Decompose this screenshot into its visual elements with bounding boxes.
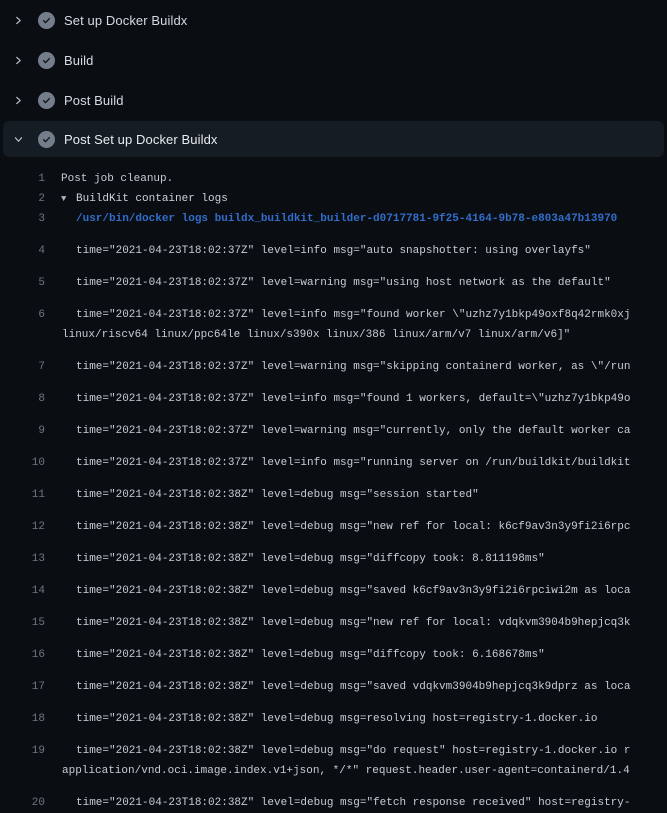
chevron-down-icon [12, 133, 24, 145]
line-number[interactable]: 2 [0, 189, 45, 209]
log-row: 17 time="2021-04-23T18:02:38Z" level=debu… [0, 665, 667, 697]
check-circle-icon [38, 131, 55, 148]
log-row: 16 time="2021-04-23T18:02:38Z" level=debu… [0, 633, 667, 665]
log-row: 3/usr/bin/docker logs buildx_buildkit_bu… [0, 209, 667, 229]
chevron-right-icon [12, 94, 24, 106]
log-row: 15 time="2021-04-23T18:02:38Z" level=debu… [0, 601, 667, 633]
check-circle-icon [38, 92, 55, 109]
line-number[interactable]: 18 [0, 709, 45, 729]
line-number[interactable]: 16 [0, 645, 45, 665]
log-text: time="2021-04-23T18:02:37Z" level=warnin… [76, 357, 631, 377]
log-row: 20 time="2021-04-23T18:02:38Z" level=debu… [0, 781, 667, 813]
log-row: 1 Post job cleanup. [0, 169, 667, 189]
chevron-right-icon [12, 14, 24, 26]
line-number[interactable]: 4 [0, 241, 45, 261]
step-label: Set up Docker Buildx [64, 13, 187, 28]
log-row: 10 time="2021-04-23T18:02:37Z" level=info… [0, 441, 667, 473]
step-row-set-up-docker-buildx[interactable]: Set up Docker Buildx [0, 0, 667, 40]
step-row-post-build[interactable]: Post Build [0, 80, 667, 120]
log-text: time="2021-04-23T18:02:38Z" level=debug … [76, 793, 631, 813]
line-number[interactable]: 11 [0, 485, 45, 505]
step-row-post-set-up-docker-buildx[interactable]: Post Set up Docker Buildx [3, 121, 664, 157]
log-row: 6 time="2021-04-23T18:02:37Z" level=info … [0, 293, 667, 325]
check-circle-icon [38, 12, 55, 29]
log-row: 12 time="2021-04-23T18:02:38Z" level=debu… [0, 505, 667, 537]
log-text: time="2021-04-23T18:02:38Z" level=debug … [76, 613, 631, 633]
line-number[interactable]: 14 [0, 581, 45, 601]
step-label: Build [64, 53, 93, 68]
log-text: time="2021-04-23T18:02:38Z" level=debug … [76, 517, 631, 537]
log-row: 14 time="2021-04-23T18:02:38Z" level=debu… [0, 569, 667, 601]
line-number[interactable]: 7 [0, 357, 45, 377]
log-text: time="2021-04-23T18:02:37Z" level=warnin… [76, 421, 631, 441]
line-number[interactable]: 6 [0, 305, 45, 325]
line-number[interactable]: 19 [0, 741, 45, 761]
line-number[interactable]: 1 [0, 169, 45, 189]
line-number[interactable]: 15 [0, 613, 45, 633]
group-caret-icon: ▼ [61, 189, 76, 209]
step-row-build[interactable]: Build [0, 40, 667, 80]
log-row: 11 time="2021-04-23T18:02:38Z" level=debu… [0, 473, 667, 505]
step-label: Post Set up Docker Buildx [64, 132, 218, 147]
line-number[interactable]: 5 [0, 273, 45, 293]
log-text: time="2021-04-23T18:02:37Z" level=info m… [76, 305, 631, 325]
log-text: time="2021-04-23T18:02:38Z" level=debug … [76, 581, 631, 601]
line-number[interactable]: 10 [0, 453, 45, 473]
line-number[interactable]: 13 [0, 549, 45, 569]
line-number[interactable]: 20 [0, 793, 45, 813]
log-group-row[interactable]: 2 ▼BuildKit container logs [0, 189, 667, 209]
line-number[interactable]: 12 [0, 517, 45, 537]
log-row: 7 time="2021-04-23T18:02:37Z" level=warni… [0, 345, 667, 377]
log-text: time="2021-04-23T18:02:37Z" level=info m… [76, 453, 631, 473]
log-text: linux/riscv64 linux/ppc64le linux/s390x … [62, 325, 570, 345]
chevron-right-icon [12, 54, 24, 66]
line-number[interactable]: 17 [0, 677, 45, 697]
log-row: 9 time="2021-04-23T18:02:37Z" level=warni… [0, 409, 667, 441]
log-text: BuildKit container logs [76, 189, 228, 209]
line-number [0, 325, 45, 345]
log-text: time="2021-04-23T18:02:37Z" level=warnin… [76, 273, 611, 293]
log-text: Post job cleanup. [61, 169, 173, 189]
check-circle-icon [38, 52, 55, 69]
log-row: 18 time="2021-04-23T18:02:38Z" level=debu… [0, 697, 667, 729]
command-text: /usr/bin/docker logs buildx_buildkit_bui… [76, 209, 617, 229]
log-row: linux/riscv64 linux/ppc64le linux/s390x … [0, 325, 667, 345]
log-text: time="2021-04-23T18:02:38Z" level=debug … [76, 677, 631, 697]
log-row: 8 time="2021-04-23T18:02:37Z" level=info … [0, 377, 667, 409]
log-text: time="2021-04-23T18:02:37Z" level=info m… [76, 389, 631, 409]
log-text: time="2021-04-23T18:02:38Z" level=debug … [76, 709, 598, 729]
log-lines: 1 Post job cleanup. 2 ▼BuildKit container l… [0, 157, 667, 813]
log-row: 4 time="2021-04-23T18:02:37Z" level=info … [0, 229, 667, 261]
line-number[interactable]: 3 [0, 209, 45, 229]
log-text: application/vnd.oci.image.index.v1+json,… [62, 761, 630, 781]
step-list: Set up Docker Buildx Build Post Build Post … [0, 0, 667, 157]
log-text: time="2021-04-23T18:02:38Z" level=debug … [76, 485, 479, 505]
line-number[interactable]: 8 [0, 389, 45, 409]
log-row: application/vnd.oci.image.index.v1+json,… [0, 761, 667, 781]
log-row: 13 time="2021-04-23T18:02:38Z" level=debu… [0, 537, 667, 569]
line-number[interactable]: 9 [0, 421, 45, 441]
log-text: time="2021-04-23T18:02:38Z" level=debug … [76, 549, 545, 569]
log-row: 19 time="2021-04-23T18:02:38Z" level=debu… [0, 729, 667, 761]
log-row: 5 time="2021-04-23T18:02:37Z" level=warni… [0, 261, 667, 293]
step-label: Post Build [64, 93, 124, 108]
log-text: time="2021-04-23T18:02:38Z" level=debug … [76, 741, 631, 761]
log-text: time="2021-04-23T18:02:38Z" level=debug … [76, 645, 545, 665]
log-text: time="2021-04-23T18:02:37Z" level=info m… [76, 241, 591, 261]
line-number [0, 761, 45, 781]
